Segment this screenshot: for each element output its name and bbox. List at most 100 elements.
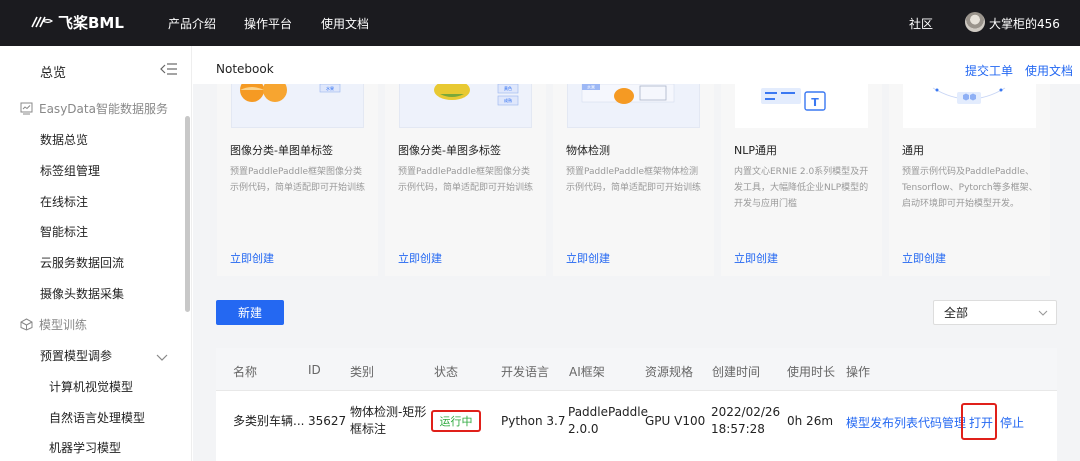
column-header-framework: AI框架 <box>569 365 605 379</box>
row-framework-line2: 2.0.0 <box>568 422 599 436</box>
collapse-sidebar-icon[interactable] <box>160 62 178 76</box>
card-title: 图像分类-单图多标签 <box>398 144 501 157</box>
row-category-line2: 框标注 <box>350 422 387 436</box>
row-created-date: 2022/02/26 <box>711 405 781 419</box>
create-now-link[interactable]: 立即创建 <box>734 250 778 266</box>
column-header-actions: 操作 <box>846 365 871 379</box>
username[interactable]: 大掌柜的456 <box>989 15 1060 32</box>
nav-platform[interactable]: 操作平台 <box>244 15 292 32</box>
docs-link[interactable]: 使用文档 <box>1025 62 1073 79</box>
column-header-name: 名称 <box>233 365 258 379</box>
sidebar-item-overview[interactable]: 总览 <box>40 62 66 81</box>
card-title: 图像分类-单图单标签 <box>230 144 333 157</box>
model-release-list-link[interactable]: 模型发布列表 <box>846 414 918 431</box>
sidebar-item-camera-data[interactable]: 摄像头数据采集 <box>40 285 124 302</box>
top-navbar: 飞桨BML 产品介绍 操作平台 使用文档 社区 大掌柜的456 <box>0 0 1080 46</box>
nav-community[interactable]: 社区 <box>909 15 933 32</box>
open-highlight-box <box>961 403 997 440</box>
card-tag: 水果 <box>587 84 595 90</box>
card-title: NLP通用 <box>734 144 777 157</box>
card-title: 物体检测 <box>566 144 610 157</box>
sidebar-item-preset-tuning[interactable]: 预置模型调参 <box>40 347 112 364</box>
sidebar-item-cloud-data-return[interactable]: 云服务数据回流 <box>40 254 124 271</box>
brand-logo[interactable]: 飞桨BML <box>30 12 124 33</box>
sidebar-item-cv-model[interactable]: 计算机视觉模型 <box>49 378 133 395</box>
chevron-down-icon[interactable] <box>156 354 168 362</box>
card-tag: 成熟 <box>504 97 512 103</box>
card-illustration <box>903 84 1036 128</box>
sidebar-scrollbar[interactable] <box>185 116 190 312</box>
filter-value: 全部 <box>944 306 969 320</box>
sidebar-item-data-overview[interactable]: 数据总览 <box>40 131 88 148</box>
row-resource: GPU V100 <box>645 414 706 428</box>
brand-name: 飞桨BML <box>58 14 124 32</box>
card-tag: 黄色 <box>504 85 512 91</box>
create-now-link[interactable]: 立即创建 <box>902 250 946 266</box>
card-description: 预置示例代码及PaddlePaddle、Tensorflow、Pytorch等多… <box>902 167 1038 209</box>
sidebar-item-smart-labeling[interactable]: 智能标注 <box>40 223 88 240</box>
oranges-image-icon: 水果 <box>240 84 341 102</box>
lemon-image-icon: 黄色 成熟 <box>434 84 519 106</box>
column-header-duration: 使用时长 <box>787 365 836 379</box>
sidebar-item-nlp-model[interactable]: 自然语言处理模型 <box>49 409 145 426</box>
nav-docs[interactable]: 使用文档 <box>321 15 369 32</box>
sidebar-item-ml-model[interactable]: 机器学习模型 <box>49 439 121 456</box>
row-created-time: 18:57:28 <box>711 422 765 436</box>
card-description: 预置PaddlePaddle框架图像分类示例代码，简单适配即可开始训练 <box>398 167 534 193</box>
sidebar: 总览 EasyData智能数据服务 数据总览 标签组管理 在线标注 智能标注 云… <box>0 46 192 461</box>
card-illustration: 水果 <box>567 84 700 128</box>
row-framework-line1: PaddlePaddle <box>568 405 649 419</box>
sidebar-item-online-labeling[interactable]: 在线标注 <box>40 193 88 210</box>
template-card-image-single[interactable]: 水果 图像分类-单图单标签 预置PaddlePaddle框架图像分类示例代码，简… <box>217 84 378 276</box>
card-illustration: T <box>735 84 868 128</box>
submit-ticket-link[interactable]: 提交工单 <box>965 62 1013 79</box>
sidebar-group-easydata[interactable]: EasyData智能数据服务 <box>20 100 168 117</box>
row-language: Python 3.7 <box>501 414 566 428</box>
template-card-general[interactable]: 通用 预置示例代码及PaddlePaddle、Tensorflow、Pytorc… <box>889 84 1050 276</box>
stop-notebook-link[interactable]: 停止 <box>1000 414 1024 431</box>
row-duration: 0h 26m <box>787 414 834 428</box>
sidebar-group-model-training[interactable]: 模型训练 <box>20 316 87 333</box>
card-illustration: 黄色 成熟 <box>399 84 532 128</box>
column-header-category: 类别 <box>350 365 375 379</box>
status-badge: 运行中 <box>431 410 481 432</box>
card-description: 预置PaddlePaddle框架物体检测示例代码，简单适配即可开始训练 <box>566 167 702 193</box>
text-document-icon: T <box>761 88 826 111</box>
sidebar-item-tag-groups[interactable]: 标签组管理 <box>40 162 100 179</box>
chevron-down-icon <box>1038 310 1048 316</box>
page-title: Notebook <box>216 62 274 76</box>
cubes-network-icon <box>932 87 1006 104</box>
column-header-language: 开发语言 <box>501 365 550 379</box>
template-card-image-multi[interactable]: 黄色 成熟 图像分类-单图多标签 预置PaddlePaddle框架图像分类示例代… <box>385 84 546 276</box>
data-service-icon <box>20 102 33 115</box>
column-header-status: 状态 <box>434 365 459 379</box>
sidebar-group-label: 模型训练 <box>39 318 88 332</box>
status-filter-select[interactable]: 全部 <box>933 300 1057 325</box>
column-header-id: ID <box>308 363 321 377</box>
card-tag: 水果 <box>326 85 334 91</box>
column-header-created: 创建时间 <box>712 365 761 379</box>
new-notebook-button[interactable]: 新建 <box>216 300 284 325</box>
paddle-logo-icon <box>31 16 54 27</box>
row-id: 35627 <box>308 414 347 428</box>
card-title: 通用 <box>902 144 924 157</box>
row-name[interactable]: 多类别车辆... <box>233 413 304 430</box>
column-header-resource: 资源规格 <box>645 365 694 379</box>
avatar[interactable] <box>965 12 985 32</box>
create-now-link[interactable]: 立即创建 <box>398 250 442 266</box>
card-illustration: 水果 <box>231 84 364 128</box>
card-description: 内置文心ERNIE 2.0系列模型及开发工具，大幅降低企业NLP模型的开发与应用… <box>734 167 869 209</box>
sidebar-group-label: EasyData智能数据服务 <box>39 102 168 116</box>
card-description: 预置PaddlePaddle框架图像分类示例代码，简单适配即可开始训练 <box>230 167 366 193</box>
code-management-link[interactable]: 代码管理 <box>918 414 966 431</box>
nav-product-intro[interactable]: 产品介绍 <box>168 15 216 32</box>
template-card-nlp[interactable]: T NLP通用 内置文心ERNIE 2.0系列模型及开发工具，大幅降低企业NLP… <box>721 84 882 276</box>
detection-image-icon: 水果 <box>581 84 675 104</box>
svg-text:T: T <box>811 96 819 109</box>
row-category-line1: 物体检测-矩形 <box>350 405 427 419</box>
table-header: 名称 ID 类别 状态 开发语言 AI框架 资源规格 创建时间 使用时长 操作 <box>216 348 1057 391</box>
create-now-link[interactable]: 立即创建 <box>566 250 610 266</box>
template-card-detection[interactable]: 水果 物体检测 预置PaddlePaddle框架物体检测示例代码，简单适配即可开… <box>553 84 714 276</box>
create-now-link[interactable]: 立即创建 <box>230 250 274 266</box>
cube-icon <box>20 318 33 331</box>
